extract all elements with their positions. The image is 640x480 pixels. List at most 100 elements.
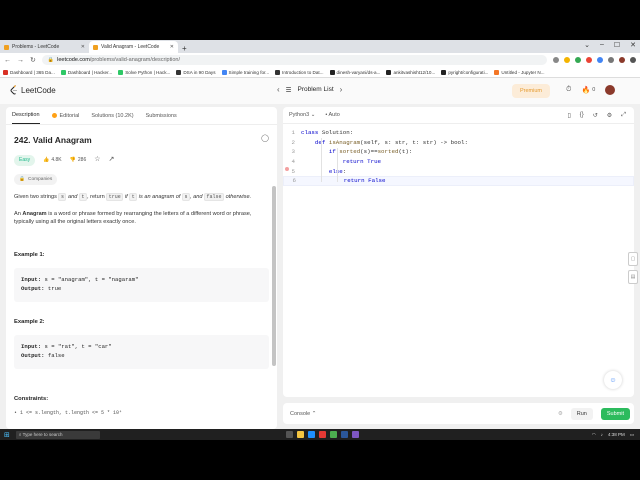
url-input[interactable]: 🔒 leetcode.com/problems/valid-anagram/de… [41, 55, 547, 65]
notifications-icon[interactable]: ▭ [630, 432, 634, 438]
constraint-item: • 1 <= s.length, t.length <= 5 * 10⁴ [14, 410, 123, 417]
extension-icon[interactable] [586, 57, 592, 63]
browser-chrome: Problems - LeetCode ✕ Valid Anagram - Le… [0, 40, 640, 78]
bookmark-item[interactable]: ankitvashisht12/10... [386, 69, 435, 75]
bookmark-item[interactable]: Simple training for... [221, 69, 269, 75]
bookmark-item[interactable]: Untitled - Jupyter N... [494, 69, 545, 75]
like-count: 4.8K [51, 156, 62, 163]
file-explorer-icon[interactable] [296, 431, 304, 438]
tab-submissions[interactable]: Submissions [146, 107, 177, 124]
document-icon[interactable]: ▤ [628, 270, 638, 284]
volume-icon[interactable]: ♪ [601, 432, 603, 437]
bookmark-item[interactable]: Dashboard | 365 Da... [3, 69, 55, 75]
app-icon[interactable] [318, 431, 326, 438]
problem-list-nav: ‹ ☰ Problem List › [277, 85, 342, 94]
bookmark-item[interactable]: Dashboard | Hacker... [60, 69, 112, 75]
companies-tag[interactable]: 🔒 Companies [14, 174, 58, 186]
browser-tabs: Problems - LeetCode ✕ Valid Anagram - Le… [0, 40, 640, 53]
taskbar-search-input[interactable]: ⌕ Type here to search [15, 430, 100, 439]
close-window-icon[interactable]: ✕ [630, 41, 636, 49]
timer-icon[interactable]: ⏱ [566, 86, 571, 94]
share-icon[interactable]: ↗ [109, 155, 115, 166]
code-editor[interactable]: 1 class Solution: 2 def isAnagram(self, s… [283, 124, 634, 186]
reset-icon[interactable]: ↺ [593, 112, 598, 119]
app-icon[interactable] [340, 431, 348, 438]
windows-start-icon[interactable]: ⊞ [4, 431, 10, 439]
bookmark-icon[interactable]: ▯ [567, 112, 570, 119]
extensions [553, 57, 636, 63]
bookmark-favicon-icon [3, 69, 8, 75]
leetcode-logo-icon [10, 85, 17, 95]
settings-icon[interactable]: ⚙ [558, 411, 563, 417]
next-problem-icon[interactable]: › [340, 85, 343, 94]
profile-avatar[interactable] [619, 57, 625, 63]
close-tab-icon[interactable]: ✕ [170, 44, 174, 50]
chrome-icon[interactable] [329, 431, 337, 438]
problem-list-link[interactable]: Problem List [298, 86, 334, 93]
code-line: 3 if sorted(s)==sorted(t): [291, 148, 413, 156]
chevron-down-icon: ⌄ [310, 112, 316, 118]
language-select[interactable]: Python3 ⌄ [289, 112, 315, 118]
example-1-box: Input: s = "anagram", t = "nagaram" Outp… [14, 268, 269, 302]
example-1-title: Example 1: [14, 251, 45, 258]
bookmark-item[interactable]: Introduction to Dat... [275, 69, 324, 75]
system-tray: ◠ ♪ 4:38 PM ▭ [592, 432, 640, 438]
share-icon[interactable] [553, 57, 559, 63]
bookmark-item[interactable]: pyright/configurati... [441, 69, 488, 75]
leetcode-favicon-icon [93, 44, 98, 50]
chat-assistant-icon[interactable]: ☺ [604, 371, 622, 389]
close-tab-icon[interactable]: ✕ [81, 44, 85, 50]
user-avatar[interactable] [605, 85, 616, 95]
extension-icon[interactable] [575, 57, 581, 63]
window-controls: ⌄ – ☐ ✕ [584, 41, 636, 49]
prev-problem-icon[interactable]: ‹ [277, 85, 280, 94]
puzzle-icon[interactable] [608, 57, 614, 63]
url-host: leetcode.com [57, 57, 90, 63]
lock-icon: 🔒 [19, 177, 25, 183]
problem-description: Given two strings s and t, return true i… [14, 193, 269, 226]
reload-icon[interactable]: ↻ [30, 56, 36, 64]
premium-button[interactable]: Premium [512, 84, 550, 98]
clock[interactable]: 4:38 PM [608, 432, 625, 437]
tab-solutions[interactable]: Solutions (10.2K) [91, 107, 133, 124]
browser-tab-problems[interactable]: Problems - LeetCode ✕ [0, 41, 89, 53]
dislike-icon[interactable]: 👎 [70, 157, 76, 165]
bookmark-favicon-icon [176, 69, 182, 75]
new-tab-icon[interactable]: + [178, 44, 191, 53]
leetcode-navbar: LeetCode ‹ ☰ Problem List › Premium ⏱ 🔥 … [0, 78, 640, 104]
extension-icon[interactable] [597, 57, 603, 63]
streak-flame-icon[interactable]: 🔥 [581, 86, 590, 94]
browser-tab-valid-anagram[interactable]: Valid Anagram - LeetCode ✕ [89, 41, 178, 53]
app-icon[interactable] [351, 431, 359, 438]
tab-editorial[interactable]: Editorial [51, 107, 79, 124]
leetcode-logo[interactable]: LeetCode [10, 85, 56, 95]
breakpoint-icon[interactable] [285, 167, 289, 171]
maximize-icon[interactable]: ☐ [614, 41, 620, 49]
console-toggle[interactable]: Console ⌃ [290, 411, 316, 417]
submit-button[interactable]: Submit [600, 407, 630, 420]
description-scrollbar[interactable] [272, 186, 276, 366]
leetcode-page: LeetCode ‹ ☰ Problem List › Premium ⏱ 🔥 … [0, 78, 640, 429]
wifi-icon[interactable]: ◠ [592, 432, 596, 438]
bookmark-item[interactable]: dinesh-varyani/ds-a... [329, 69, 380, 75]
task-view-icon[interactable] [285, 431, 293, 438]
run-button[interactable]: Run [570, 407, 593, 420]
fullscreen-icon[interactable]: ⤢ [621, 112, 626, 119]
bookmark-star-icon[interactable] [564, 57, 570, 63]
menu-kebab-icon[interactable] [630, 57, 636, 63]
forward-icon[interactable]: → [17, 57, 24, 64]
minimize-icon[interactable]: – [600, 41, 604, 49]
back-icon[interactable]: ← [4, 57, 11, 64]
tab-description[interactable]: Description [12, 107, 40, 124]
autocomplete-toggle[interactable]: • Auto [325, 112, 340, 118]
editor-toolbar: Python3 ⌄ • Auto ▯ {} ↺ ⚙ ⤢ [283, 107, 634, 124]
extension-sidebar-icon[interactable]: ▢ [628, 252, 638, 266]
edge-icon[interactable] [307, 431, 315, 438]
braces-icon[interactable]: {} [580, 112, 584, 119]
chevron-down-icon[interactable]: ⌄ [584, 41, 590, 49]
bookmark-item[interactable]: Solve Python | Hack... [118, 69, 170, 75]
favorite-star-icon[interactable]: ☆ [94, 155, 100, 166]
like-icon[interactable]: 👍 [43, 157, 49, 165]
bookmark-item[interactable]: DSA in 90 Days [176, 69, 216, 75]
settings-gear-icon[interactable]: ⚙ [607, 112, 612, 119]
